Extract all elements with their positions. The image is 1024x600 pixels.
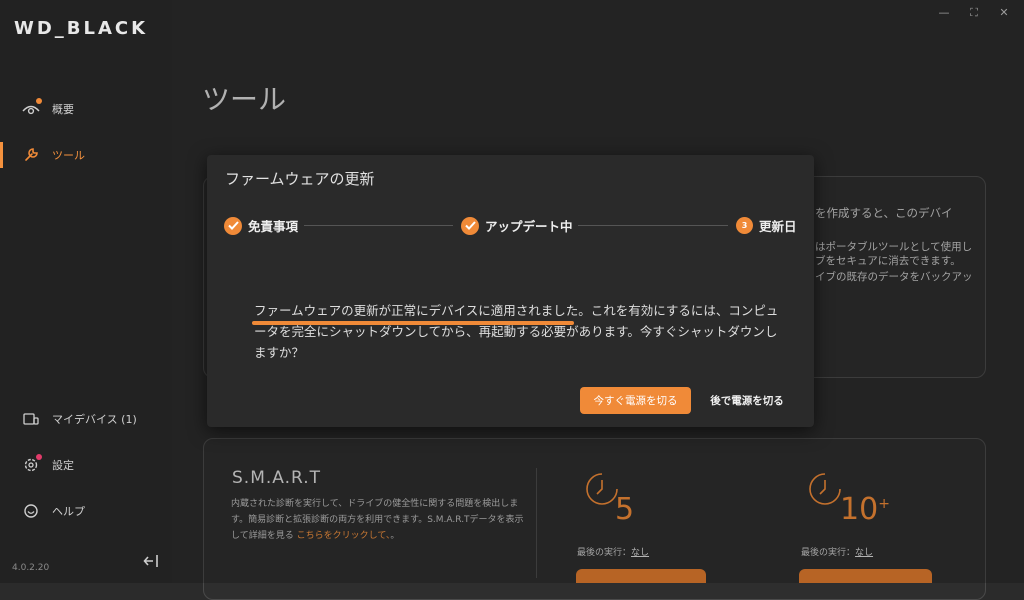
sidebar-item-settings[interactable]: 設定 — [0, 448, 172, 482]
sidebar-item-my-devices[interactable]: マイデバイス (1) — [0, 402, 172, 436]
sidebar: WD_BLACK 概要 ツール マイデバイス (1) 設定 ヘルプ 4.0.2.… — [0, 0, 172, 583]
firmware-update-dialog: ファームウェアの更新 免責事項 アップデート中 3 更新日 ファームウェアの更新… — [207, 155, 814, 427]
sidebar-item-help[interactable]: ヘルプ — [0, 494, 172, 528]
sidebar-item-tools[interactable]: ツール — [0, 138, 172, 172]
devices-icon — [22, 410, 40, 428]
notification-dot — [36, 454, 42, 460]
step-disclaimer: 免責事項 — [224, 216, 298, 235]
step-connector — [304, 225, 453, 226]
sidebar-item-label: ヘルプ — [52, 505, 85, 518]
sidebar-item-label: 設定 — [52, 459, 74, 472]
sidebar-item-label: ツール — [52, 149, 85, 162]
eye-icon — [22, 98, 42, 118]
sidebar-item-label: マイデバイス (1) — [52, 413, 137, 426]
step-number-badge: 3 — [736, 217, 753, 234]
app-version: 4.0.2.20 — [12, 563, 50, 573]
check-icon — [461, 216, 479, 235]
app-logo: WD_BLACK — [14, 18, 149, 39]
step-updated: 3 更新日 — [736, 216, 797, 235]
gear-icon — [22, 454, 42, 474]
check-icon — [224, 216, 242, 235]
help-icon — [22, 502, 40, 520]
shutdown-now-button[interactable]: 今すぐ電源を切る — [580, 387, 691, 414]
step-connector — [578, 225, 728, 226]
step-updating: アップデート中 — [461, 216, 573, 235]
sidebar-item-label: 概要 — [52, 103, 74, 116]
dialog-message: ファームウェアの更新が正常にデバイスに適用されました。これを有効にするには、コン… — [254, 303, 779, 360]
wrench-icon — [22, 146, 40, 164]
dialog-title: ファームウェアの更新 — [225, 170, 375, 188]
collapse-sidebar-icon[interactable] — [143, 553, 159, 567]
notification-dot — [36, 98, 42, 104]
shutdown-later-button[interactable]: 後で電源を切る — [704, 387, 790, 414]
sidebar-item-overview[interactable]: 概要 — [0, 92, 172, 126]
